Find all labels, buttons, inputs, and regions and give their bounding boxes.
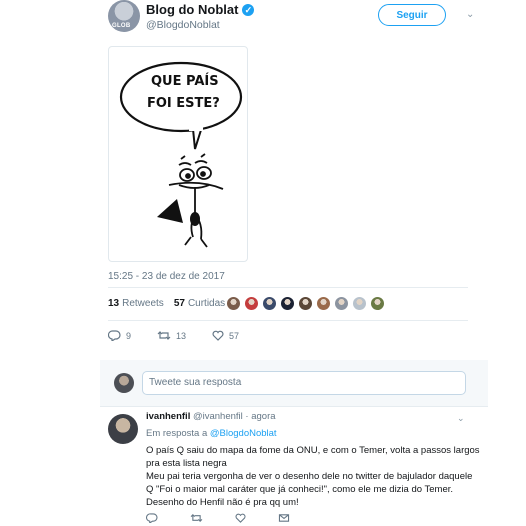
like-count: 57 <box>229 330 240 341</box>
author-display-name[interactable]: Blog do Noblat <box>146 2 238 17</box>
reply-text-line: Desenho do Henfil não é pra qq um! <box>146 497 299 508</box>
speech-text-line1: QUE PAÍS <box>151 73 219 89</box>
in-reply-prefix: Em resposta a <box>146 428 208 439</box>
retweet-count: 13 <box>176 330 187 341</box>
divider <box>100 406 488 407</box>
tweet-detail: GLOB Blog do Noblat ✓ @BlogdoNoblat Segu… <box>0 0 526 526</box>
heart-icon[interactable] <box>235 513 246 523</box>
chevron-down-icon[interactable]: ⌄ <box>466 9 474 20</box>
follow-button[interactable]: Seguir <box>378 4 446 26</box>
reply-author-avatar[interactable] <box>108 414 138 444</box>
author-handle[interactable]: @BlogdoNoblat <box>146 19 220 31</box>
divider <box>108 287 468 288</box>
tweet-timestamp[interactable]: 15:25 - 23 de dez de 2017 <box>108 271 225 282</box>
liker-avatar[interactable] <box>244 296 259 311</box>
reply-header: ivanhenfil @ivanhenfil · agora <box>146 411 276 422</box>
likes-label: Curtidas <box>187 298 226 309</box>
avatar-label: GLOB <box>112 23 131 29</box>
chevron-down-icon[interactable]: ⌄ <box>457 413 465 424</box>
author-name-row: Blog do Noblat ✓ <box>146 2 255 17</box>
tweet-actions: 9 13 57 <box>108 330 265 341</box>
retweet-button[interactable]: 13 <box>157 330 186 341</box>
liker-avatar[interactable] <box>280 296 295 311</box>
retweet-icon <box>157 331 171 340</box>
liker-avatar[interactable] <box>334 296 349 311</box>
reply-button[interactable]: 9 <box>108 330 131 341</box>
reply-time[interactable]: · agora <box>245 411 275 422</box>
reply-author-handle[interactable]: @ivanhenfil <box>193 411 243 422</box>
liker-avatar[interactable] <box>352 296 367 311</box>
reply-input[interactable]: Tweete sua resposta <box>142 371 466 395</box>
like-button[interactable]: 57 <box>212 330 239 341</box>
reply-text-line: Q "Foi o maior mal caráter que já conhec… <box>146 484 454 495</box>
henfil-cartoon-drawing: QUE PAÍS FOI ESTE? <box>119 61 243 248</box>
likes-stat[interactable]: 57 Curtidas <box>174 298 225 309</box>
message-icon[interactable] <box>278 513 290 523</box>
current-user-avatar <box>114 373 134 393</box>
reply-icon[interactable] <box>146 513 158 523</box>
divider <box>108 320 468 321</box>
liker-avatars <box>226 296 385 311</box>
reply-text-line: O país Q saiu do mapa da fome da ONU, e … <box>146 445 480 456</box>
speech-text-line2: FOI ESTE? <box>147 96 220 111</box>
liker-avatar[interactable] <box>226 296 241 311</box>
liker-avatar[interactable] <box>370 296 385 311</box>
reply-actions <box>146 513 290 523</box>
liker-avatar[interactable] <box>298 296 313 311</box>
liker-avatar[interactable] <box>316 296 331 311</box>
character-flag <box>157 199 183 223</box>
speech-bubble-tail <box>192 128 202 150</box>
retweets-label: Retweets <box>122 298 164 309</box>
retweet-icon[interactable] <box>190 513 203 523</box>
reply-text: O país Q saiu do mapa da fome da ONU, e … <box>146 444 480 509</box>
in-reply-mention[interactable]: @BlogdoNoblat <box>210 428 277 439</box>
retweets-count: 13 <box>108 298 120 309</box>
reply-author-name[interactable]: ivanhenfil <box>146 411 190 422</box>
retweets-stat[interactable]: 13 Retweets <box>108 298 164 309</box>
liker-avatar[interactable] <box>262 296 277 311</box>
reply-text-line: Meu pai teria vergonha de ver o desenho … <box>146 471 473 482</box>
reply-icon <box>108 330 121 341</box>
author-avatar[interactable]: GLOB <box>108 0 140 32</box>
reply-text-line: pra esta lista negra <box>146 458 227 469</box>
heart-icon <box>212 330 224 341</box>
verified-badge-icon: ✓ <box>242 3 255 16</box>
likes-count: 57 <box>173 298 185 309</box>
in-reply-to: Em resposta a @BlogdoNoblat <box>146 428 277 439</box>
tweet-stats: 13 Retweets 57 Curtidas <box>108 298 235 309</box>
tweet-image[interactable]: QUE PAÍS FOI ESTE? <box>108 46 248 262</box>
reply-count: 9 <box>126 330 132 341</box>
